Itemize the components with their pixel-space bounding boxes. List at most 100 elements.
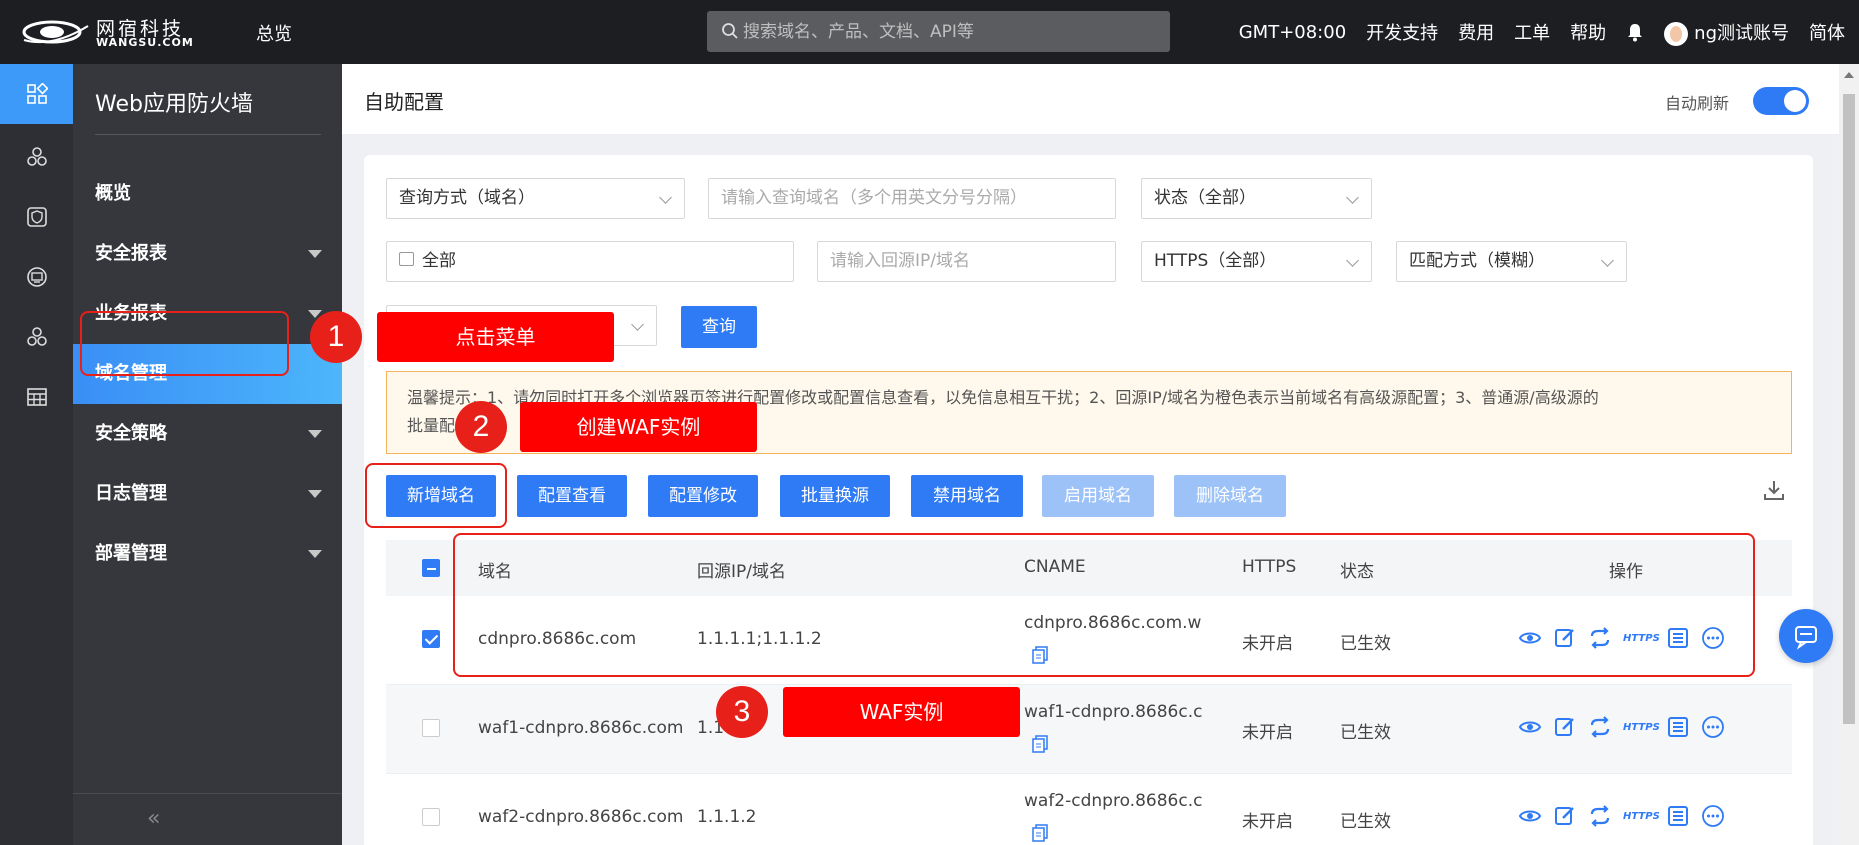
enable-domain-button[interactable]: 启用域名 [1042, 475, 1154, 517]
https-config-icon[interactable]: HTTPS [1623, 722, 1660, 733]
rail-grid-item[interactable] [0, 64, 73, 124]
menu-item-label: 部署管理 [95, 543, 167, 564]
row-domain[interactable]: waf2-cdnpro.8686c.com [478, 807, 683, 827]
annotation-step-2: 2 [455, 401, 507, 453]
row-checkbox[interactable] [422, 719, 440, 737]
rail-cluster-item[interactable] [0, 127, 73, 187]
chevron-down-icon [631, 318, 644, 331]
origin-query-input[interactable]: 请输入回源IP/域名 [817, 241, 1116, 282]
global-search[interactable] [707, 11, 1170, 52]
more-icon[interactable] [1701, 715, 1725, 739]
row-checkbox[interactable] [422, 808, 440, 826]
modify-config-button[interactable]: 配置修改 [648, 475, 758, 517]
wangsu-logo[interactable]: 网宿科技 WANGSU.COM [22, 12, 212, 52]
caret-down-icon [308, 430, 322, 438]
row-domain[interactable]: waf1-cdnpro.8686c.com [478, 718, 683, 738]
page-scrollbar[interactable] [1839, 64, 1859, 845]
more-icon[interactable] [1701, 804, 1725, 828]
chevron-down-icon [1346, 254, 1359, 267]
account-name: ng测试账号 [1694, 22, 1789, 44]
annotation-box-waf [453, 533, 1755, 677]
rail-monitor-item[interactable] [0, 247, 73, 307]
table-row: waf1-cdnpro.8686c.com 1.1 waf1-cdnpro.86… [386, 685, 1792, 774]
menu-item-label: 概览 [95, 183, 131, 204]
language-switch[interactable]: 简体 [1809, 19, 1845, 45]
collapse-menu-icon[interactable]: « [147, 806, 160, 831]
row-actions: HTTPS [1518, 804, 1725, 828]
page-header: 自助配置 自动刷新 [342, 64, 1839, 134]
switch-origin-icon[interactable] [1588, 804, 1612, 828]
menu-item-security-report[interactable]: 安全报表 [73, 224, 342, 284]
chevron-down-icon [1601, 254, 1614, 267]
avatar [1664, 21, 1689, 46]
chevron-down-icon [1346, 191, 1359, 204]
scrollbar-thumb[interactable] [1843, 94, 1855, 724]
status-select[interactable]: 状态（全部） [1141, 178, 1372, 219]
account-menu[interactable]: ng测试账号 [1664, 19, 1789, 46]
auto-refresh-label: 自动刷新 [1664, 94, 1729, 113]
match-mode-select[interactable]: 匹配方式（模糊） [1396, 241, 1627, 282]
chat-icon [1795, 626, 1817, 650]
https-select[interactable]: HTTPS（全部） [1141, 241, 1372, 282]
date-range-picker[interactable]: 全部 [386, 241, 794, 282]
date-range-value: 全部 [422, 251, 456, 271]
query-button[interactable]: 查询 [681, 306, 757, 348]
nav-help[interactable]: 帮助 [1570, 19, 1606, 45]
list-icon[interactable] [1666, 804, 1690, 828]
cluster-icon [26, 147, 47, 166]
row-checkbox[interactable] [422, 630, 440, 648]
https-value: HTTPS（全部） [1154, 251, 1277, 271]
view-icon[interactable] [1518, 804, 1542, 828]
search-input[interactable] [743, 11, 1163, 52]
auto-refresh-toggle[interactable] [1753, 87, 1809, 115]
logo-text-en: WANGSU.COM [96, 36, 194, 49]
menu-item-security-policy[interactable]: 安全策略 [73, 404, 342, 464]
logo-mark-icon [22, 20, 89, 44]
rail-nodes-item[interactable] [0, 307, 73, 367]
row-status: 已生效 [1340, 812, 1391, 832]
rail-calendar-item[interactable] [0, 367, 73, 427]
menu-divider [95, 134, 321, 135]
annotation-box-menu [80, 311, 289, 376]
nav-dev-support[interactable]: 开发支持 [1366, 19, 1438, 45]
delete-domain-button[interactable]: 删除域名 [1174, 475, 1286, 517]
disable-domain-button[interactable]: 禁用域名 [911, 475, 1023, 517]
switch-origin-icon[interactable] [1588, 715, 1612, 739]
nav-overview[interactable]: 总览 [256, 20, 292, 46]
copy-icon[interactable] [1032, 824, 1048, 842]
list-icon[interactable] [1666, 715, 1690, 739]
view-icon[interactable] [1518, 715, 1542, 739]
annotation-label-2: 创建WAF实例 [520, 402, 757, 452]
caret-down-icon [308, 490, 322, 498]
query-mode-select[interactable]: 查询方式（域名） [386, 178, 685, 219]
scroll-up-icon[interactable] [1844, 72, 1854, 78]
annotation-label-3: WAF实例 [783, 687, 1020, 737]
copy-icon[interactable] [1032, 735, 1048, 753]
nav-billing[interactable]: 费用 [1458, 19, 1494, 45]
batch-origin-button[interactable]: 批量换源 [780, 475, 890, 517]
menu-item-overview[interactable]: 概览 [73, 164, 342, 224]
chevron-down-icon [659, 191, 672, 204]
select-all-checkbox[interactable] [422, 559, 440, 577]
query-mode-value: 查询方式（域名） [399, 188, 535, 208]
domain-query-input[interactable]: 请输入查询域名（多个用英文分号分隔） [708, 178, 1116, 219]
menu-item-log-management[interactable]: 日志管理 [73, 464, 342, 524]
edit-icon[interactable] [1553, 715, 1577, 739]
timezone[interactable]: GMT+08:00 [1239, 22, 1346, 43]
download-icon[interactable] [1762, 478, 1786, 502]
annotation-step-3: 3 [716, 686, 768, 738]
table-icon [26, 388, 47, 406]
rail-shield-item[interactable] [0, 187, 73, 247]
view-config-button[interactable]: 配置查看 [517, 475, 627, 517]
side-menu: Web应用防火墙 概览 安全报表 业务报表 域名管理 安全策略 日志管理 部署管… [73, 64, 342, 845]
chat-support-button[interactable] [1779, 609, 1833, 663]
menu-item-deploy-management[interactable]: 部署管理 [73, 524, 342, 584]
https-config-icon[interactable]: HTTPS [1623, 811, 1660, 822]
menu-item-label: 安全报表 [95, 243, 167, 264]
nav-ticket[interactable]: 工单 [1514, 19, 1550, 45]
annotation-step-1: 1 [310, 311, 362, 363]
status-value: 状态（全部） [1154, 188, 1256, 208]
edit-icon[interactable] [1553, 804, 1577, 828]
bell-icon[interactable] [1626, 22, 1644, 42]
monitor-icon [26, 267, 47, 287]
